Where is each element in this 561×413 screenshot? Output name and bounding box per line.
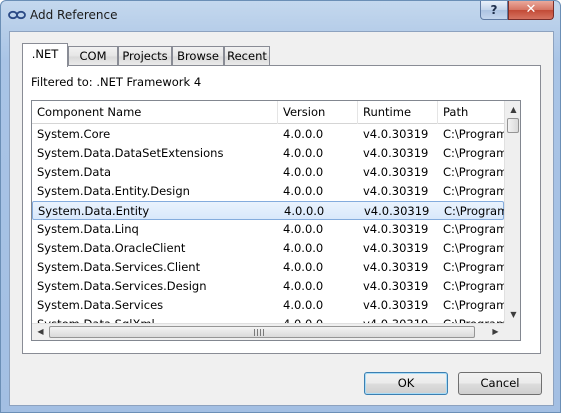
cell-runtime: v4.0.30319 [363, 127, 429, 141]
dialog-client-area: .NET COM Projects Browse Recent Filtered… [9, 31, 554, 406]
list-header: Component Name Version Runtime Path [32, 101, 504, 124]
cell-path: C:\Program [443, 222, 504, 236]
cell-runtime: v4.0.30319 [363, 222, 429, 236]
scroll-down-icon[interactable]: ▼ [505, 306, 520, 323]
list-item[interactable]: System.Data.Linq 4.0.0.0 v4.0.30319 C:\Prog… [32, 220, 504, 239]
cell-component-name: System.Data.Services.Client [37, 260, 201, 274]
column-header-runtime[interactable]: Runtime [358, 101, 438, 124]
cell-version: 4.0.0.0 [283, 146, 324, 160]
cell-component-name: System.Data [37, 165, 111, 179]
ok-button[interactable]: OK [364, 372, 448, 395]
list-item[interactable]: System.Data.Entity 4.0.0.0 v4.0.30319 C:\Pr… [32, 201, 505, 220]
cell-component-name: System.Data.DataSetExtensions [37, 146, 224, 160]
cell-version: 4.0.0.0 [283, 165, 324, 179]
list-item[interactable]: System.Data.Services.Design 4.0.0.0 v4.0.3… [32, 277, 504, 296]
tab-recent[interactable]: Recent [224, 46, 270, 66]
cell-path: C:\Program [443, 241, 504, 255]
cell-version: 4.0.0.0 [283, 260, 324, 274]
cell-runtime: v4.0.30319 [363, 184, 429, 198]
list-item[interactable]: System.Data.Services 4.0.0.0 v4.0.30319 C:\… [32, 296, 504, 315]
cell-path: C:\Program [443, 184, 504, 198]
vertical-scrollbar[interactable]: ▲ ▼ [504, 101, 520, 323]
list-item[interactable]: System.Data 4.0.0.0 v4.0.30319 C:\Program [32, 163, 504, 182]
cell-component-name: System.Data.OracleClient [37, 241, 186, 255]
tab-browse[interactable]: Browse [172, 46, 224, 66]
list-item[interactable]: System.Data.Entity.Design 4.0.0.0 v4.0.303… [32, 182, 504, 201]
cell-version: 4.0.0.0 [283, 222, 324, 236]
cell-component-name: System.Data.Entity.Design [37, 184, 190, 198]
column-header-component-name[interactable]: Component Name [32, 101, 278, 124]
vertical-scroll-thumb[interactable] [507, 118, 519, 133]
cell-version: 4.0.0.0 [283, 298, 324, 312]
cell-path: C:\Program [443, 165, 504, 179]
component-list[interactable]: Component Name Version Runtime Path Syst… [31, 100, 521, 341]
cell-version: 4.0.0.0 [283, 279, 324, 293]
list-item[interactable]: System.Data.OracleClient 4.0.0.0 v4.0.3031… [32, 239, 504, 258]
cell-component-name: System.Data.Entity [38, 204, 150, 218]
cell-path: C:\Program [443, 146, 504, 160]
grip-icon [254, 329, 264, 336]
net-tab-panel: Filtered to: .NET Framework 4 Component … [22, 65, 541, 354]
cell-path: C:\Program [444, 204, 505, 218]
cell-version: 4.0.0.0 [283, 241, 324, 255]
cancel-button[interactable]: Cancel [458, 372, 542, 395]
cell-runtime: v4.0.30319 [363, 146, 429, 160]
scroll-left-icon[interactable]: ◀ [32, 324, 49, 340]
cell-component-name: System.Data.Services.Design [37, 279, 207, 293]
cell-version: 4.0.0.0 [283, 184, 324, 198]
scrollbar-corner [504, 323, 520, 340]
list-item[interactable]: System.Core 4.0.0.0 v4.0.30319 C:\Program [32, 125, 504, 144]
close-button[interactable]: ✕ [508, 1, 554, 20]
cell-path: C:\Program [443, 260, 504, 274]
tab-net[interactable]: .NET [22, 43, 68, 67]
cell-runtime: v4.0.30319 [363, 165, 429, 179]
scroll-up-icon[interactable]: ▲ [505, 101, 520, 118]
tab-com[interactable]: COM [68, 46, 118, 66]
cell-runtime: v4.0.30319 [363, 298, 429, 312]
tab-projects[interactable]: Projects [118, 46, 172, 66]
scroll-right-icon[interactable]: ▶ [487, 324, 504, 340]
cell-path: C:\Program [443, 279, 504, 293]
horizontal-scroll-thumb[interactable] [49, 326, 475, 338]
cell-runtime: v4.0.30319 [363, 260, 429, 274]
cell-component-name: System.Data.Linq [37, 222, 139, 236]
list-item[interactable]: System.Data.Services.Client 4.0.0.0 v4.0.3… [32, 258, 504, 277]
title-bar[interactable]: Add Reference ? ✕ [1, 1, 560, 31]
list-item[interactable]: System.Data.DataSetExtensions 4.0.0.0 v4.0… [32, 144, 504, 163]
reference-icon [8, 10, 26, 20]
cell-path: C:\Program [443, 127, 504, 141]
column-header-path[interactable]: Path [438, 101, 504, 124]
cell-runtime: v4.0.30319 [363, 279, 429, 293]
cell-path: C:\Program [443, 298, 504, 312]
window-title: Add Reference [30, 8, 118, 22]
horizontal-scrollbar[interactable]: ◀ ▶ [32, 323, 504, 340]
cell-component-name: System.Core [37, 127, 111, 141]
column-header-version[interactable]: Version [278, 101, 358, 124]
help-button[interactable]: ? [480, 1, 508, 20]
add-reference-dialog: Add Reference ? ✕ .NET COM Projects Brow… [0, 0, 561, 413]
cell-runtime: v4.0.30319 [364, 204, 430, 218]
cell-runtime: v4.0.30319 [363, 241, 429, 255]
filter-label: Filtered to: .NET Framework 4 [31, 75, 202, 89]
cell-component-name: System.Data.Services [37, 298, 164, 312]
cell-version: 4.0.0.0 [284, 204, 325, 218]
cell-version: 4.0.0.0 [283, 127, 324, 141]
